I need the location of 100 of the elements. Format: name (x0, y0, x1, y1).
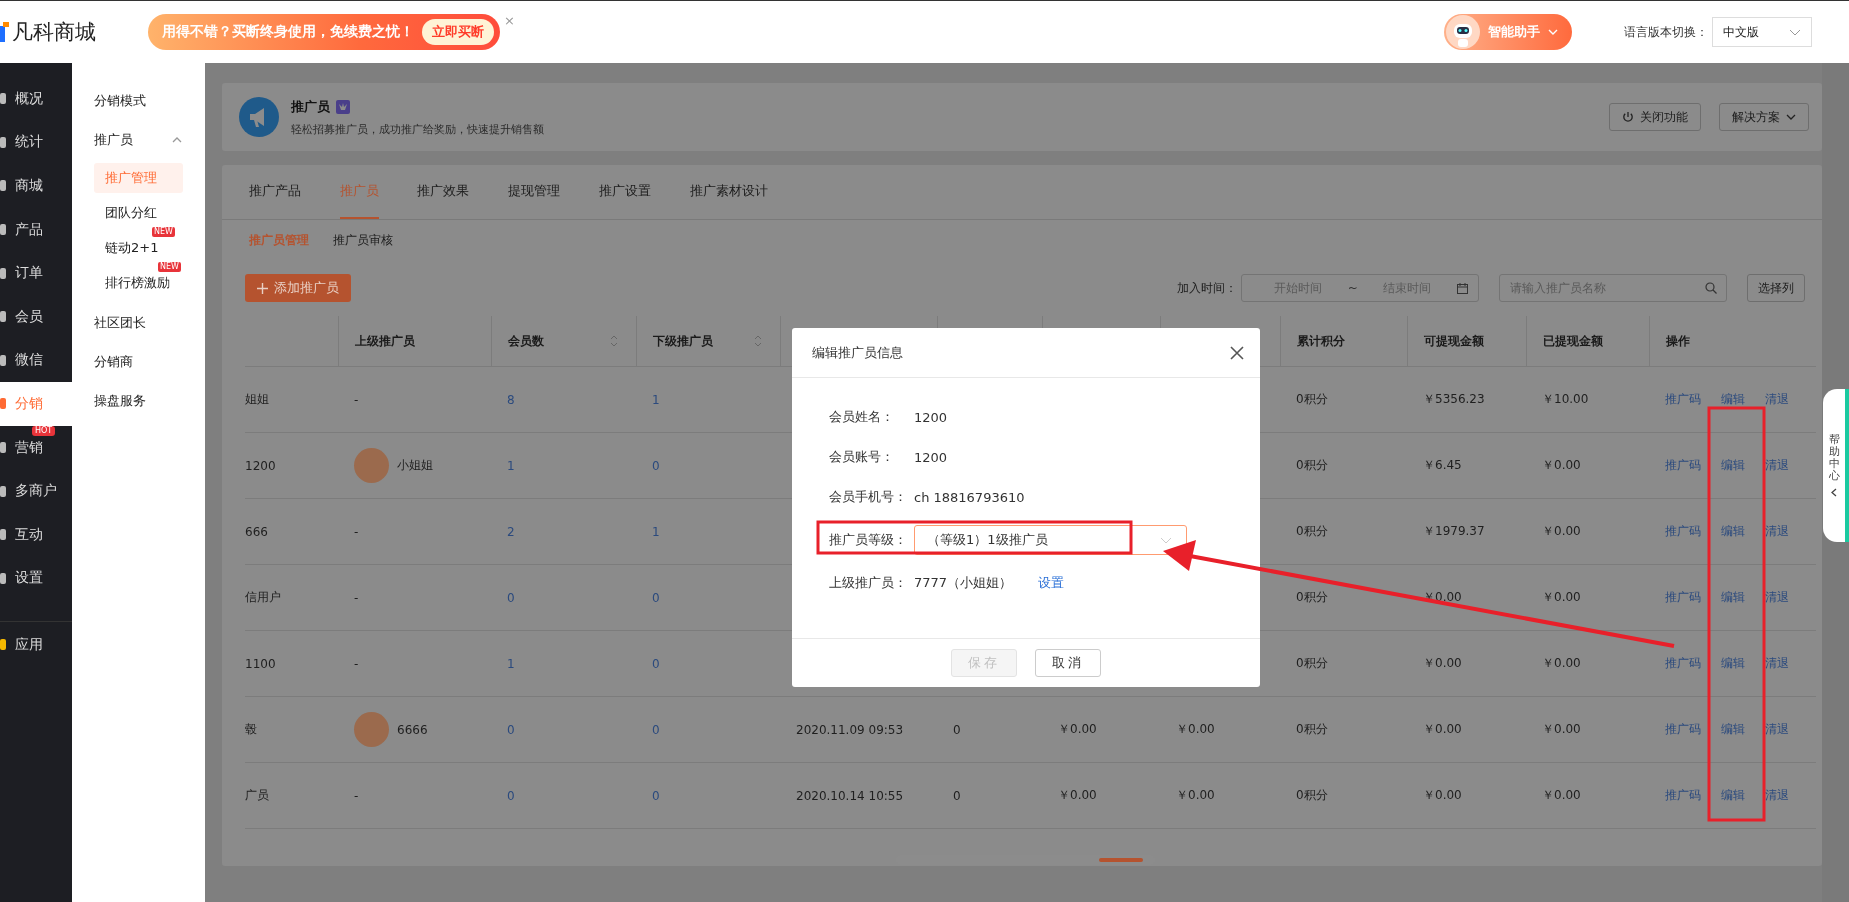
column-header: 下级推广员 (653, 332, 713, 350)
submenu-item[interactable]: 操盘服务 (72, 381, 205, 420)
nav-item[interactable]: 概况 (0, 87, 72, 110)
subordinate-count[interactable]: 0 (652, 458, 660, 473)
amount-cell: ￥0.00 (1176, 787, 1215, 804)
tab[interactable]: 推广产品 (249, 165, 320, 219)
nav-item[interactable]: 分销 (0, 382, 72, 426)
nav-item[interactable]: 设置 (0, 567, 72, 590)
action-link[interactable]: 编辑 (1721, 787, 1745, 804)
tab[interactable]: 推广效果 (417, 165, 488, 219)
nav-item[interactable]: 商城 (0, 175, 72, 197)
action-link[interactable]: 清退 (1765, 787, 1789, 804)
name-cell: 1200 (245, 458, 276, 473)
add-button[interactable]: 添加推广员 (245, 274, 351, 302)
name-cell: 信用户 (245, 589, 281, 606)
chevron-down-icon (1548, 29, 1558, 35)
action-link[interactable]: 编辑 (1721, 589, 1745, 606)
subordinate-count[interactable]: 0 (652, 722, 660, 737)
table-cell: 0 (953, 722, 961, 737)
action-link[interactable]: 编辑 (1721, 523, 1745, 540)
action-link[interactable]: 清退 (1765, 391, 1789, 408)
nav-item[interactable]: 多商户 (0, 480, 72, 503)
amount-cell: ￥0.00 (1423, 655, 1462, 672)
action-link[interactable]: 清退 (1765, 457, 1789, 474)
action-link[interactable]: 编辑 (1721, 391, 1745, 408)
parent-cell: - (354, 524, 359, 539)
subtab[interactable]: 推广员审核 (333, 231, 393, 249)
submenu-item[interactable]: 推广员 (72, 120, 205, 159)
promo-banner[interactable]: 用得不错？买断终身使用，免续费之忧！ 立即买断 (148, 14, 500, 50)
subordinate-count[interactable]: 1 (652, 392, 660, 407)
sort-icon[interactable] (754, 334, 762, 348)
close-button[interactable]: × (504, 13, 515, 28)
action-link[interactable]: 编辑 (1721, 721, 1745, 738)
submenu-item[interactable]: 社区团长 (72, 303, 205, 342)
tab[interactable]: 推广员 (340, 165, 379, 219)
column-header: 已提现金额 (1543, 332, 1603, 350)
submenu-item[interactable]: 团队分红 (94, 198, 183, 228)
member-count[interactable]: 1 (507, 656, 515, 671)
action-link[interactable]: 推广码 (1665, 655, 1701, 672)
nav-item[interactable]: 互动 (0, 523, 72, 546)
help-center-tab[interactable]: 帮助中心 (1823, 389, 1849, 542)
member-count[interactable]: 2 (507, 524, 515, 539)
member-count[interactable]: 1 (507, 458, 515, 473)
subordinate-count[interactable]: 0 (652, 656, 660, 671)
set-link[interactable]: 设置 (1038, 574, 1065, 592)
amount-cell: ￥0.00 (1058, 787, 1097, 804)
plus-icon (257, 282, 268, 294)
cancel-button[interactable]: 取消 (1035, 649, 1101, 677)
action-link[interactable]: 推广码 (1665, 589, 1701, 606)
subordinate-count[interactable]: 0 (652, 788, 660, 803)
tab[interactable]: 推广设置 (599, 165, 670, 219)
date-cell: 2020.10.14 10:55 (796, 788, 904, 803)
nav-item[interactable]: 产品 (0, 218, 72, 241)
subordinate-count[interactable]: 0 (652, 590, 660, 605)
language-select[interactable]: 中文版 (1712, 17, 1812, 47)
header-button[interactable]: 解决方案 (1719, 103, 1809, 131)
new-badge: NEW (152, 227, 175, 237)
points-cell: 0积分 (1296, 391, 1328, 408)
subordinate-count[interactable]: 1 (652, 524, 660, 539)
nav-icon (0, 223, 6, 237)
member-count[interactable]: 0 (507, 722, 515, 737)
action-link[interactable]: 清退 (1765, 523, 1789, 540)
member-count[interactable]: 8 (507, 392, 515, 407)
submenu-item[interactable]: 推广管理 (94, 163, 183, 193)
action-link[interactable]: 编辑 (1721, 457, 1745, 474)
action-link[interactable]: 推广码 (1665, 391, 1701, 408)
points-cell: 0积分 (1296, 721, 1328, 738)
action-link[interactable]: 清退 (1765, 589, 1789, 606)
header-button[interactable]: 关闭功能 (1609, 103, 1701, 131)
nav-item[interactable]: 会员 (0, 305, 72, 328)
nav-icon (0, 310, 6, 324)
action-link[interactable]: 推广码 (1665, 523, 1701, 540)
nav-item[interactable]: 营销 (0, 436, 72, 459)
parent-cell: 小姐姐 (397, 457, 433, 474)
nav-item[interactable]: 应用 (0, 633, 72, 656)
tab[interactable]: 推广素材设计 (690, 165, 787, 219)
action-link[interactable]: 编辑 (1721, 655, 1745, 672)
points-cell: 0积分 (1296, 787, 1328, 804)
amount-cell: ￥0.00 (1542, 523, 1581, 540)
columns-button[interactable]: 选择列 (1747, 274, 1805, 302)
nav-item[interactable]: 微信 (0, 349, 72, 372)
submenu-item[interactable]: 分销商 (72, 342, 205, 381)
tab[interactable]: 提现管理 (508, 165, 579, 219)
member-count[interactable]: 0 (507, 788, 515, 803)
member-count[interactable]: 0 (507, 590, 515, 605)
action-link[interactable]: 清退 (1765, 721, 1789, 738)
close-icon[interactable] (1230, 345, 1244, 360)
action-link[interactable]: 推广码 (1665, 721, 1701, 738)
action-link[interactable]: 清退 (1765, 655, 1789, 672)
points-cell: 0积分 (1296, 655, 1328, 672)
sort-icon[interactable] (610, 334, 618, 348)
subtab[interactable]: 推广员管理 (249, 231, 309, 249)
amount-cell: ￥10.00 (1542, 391, 1589, 408)
action-link[interactable]: 推广码 (1665, 457, 1701, 474)
submenu-item[interactable]: 分销模式 (72, 81, 205, 120)
nav-item[interactable]: 统计 (0, 131, 72, 154)
assistant-button[interactable]: 智能助手 (1444, 14, 1572, 50)
name-cell: 毂 (245, 721, 257, 738)
nav-item[interactable]: 订单 (0, 262, 72, 285)
action-link[interactable]: 推广码 (1665, 787, 1701, 804)
